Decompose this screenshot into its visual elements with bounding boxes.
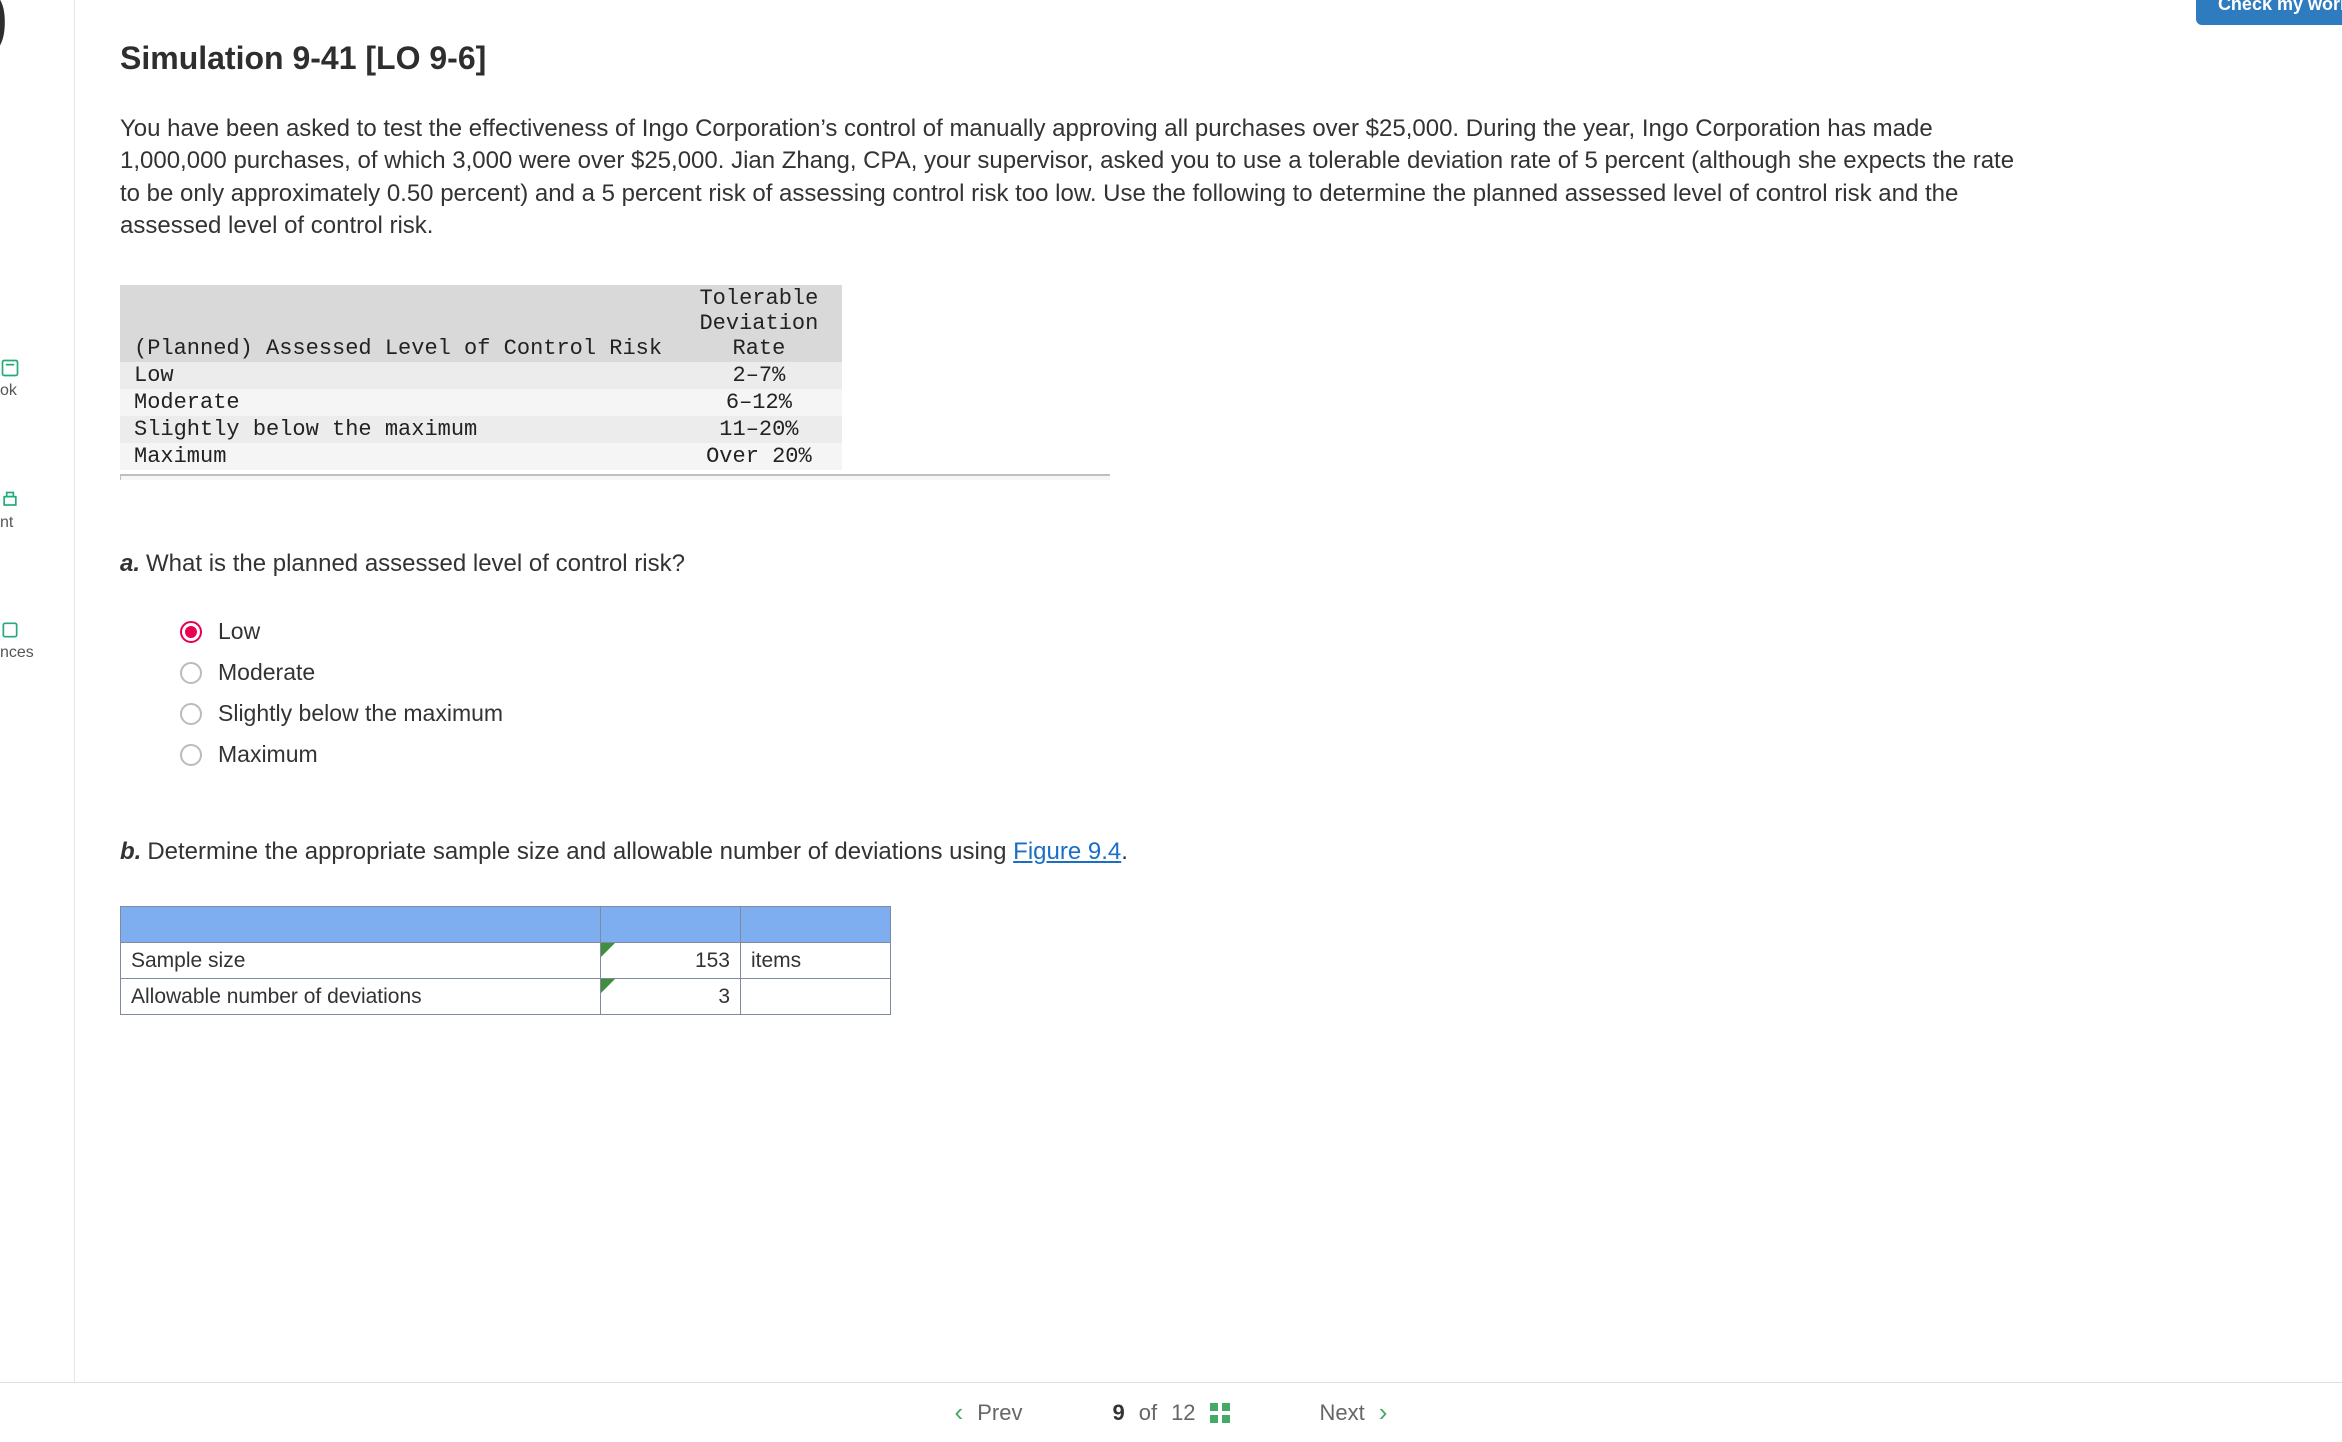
answer-row-allowable-deviations: Allowable number of deviations 3 xyxy=(121,979,891,1015)
part-b-question: b.Determine the appropriate sample size … xyxy=(120,838,2100,866)
grid-icon[interactable] xyxy=(1210,1403,1230,1423)
radio-label: Moderate xyxy=(218,659,315,686)
next-button[interactable]: Next › xyxy=(1320,1397,1388,1428)
question-nav-bar: ‹ Prev 9 of 12 Next › xyxy=(0,1382,2342,1442)
sidebar-item-references[interactable]: nces xyxy=(0,620,75,662)
part-a-question: a.What is the planned assessed level of … xyxy=(120,550,2100,578)
answer-header-blank-label xyxy=(121,907,601,943)
divider xyxy=(120,474,1110,480)
question-intro: You have been asked to test the effectiv… xyxy=(120,113,2020,243)
chevron-right-icon: › xyxy=(1379,1397,1388,1428)
radio-option-low[interactable]: Low xyxy=(180,618,2100,645)
radio-label: Low xyxy=(218,618,260,645)
answer-header-blank-unit xyxy=(741,907,891,943)
print-icon xyxy=(0,490,20,510)
chevron-left-icon: ‹ xyxy=(955,1397,964,1428)
part-a-options: Low Moderate Slightly below the maximum … xyxy=(180,618,2100,768)
risk-rate: 11–20% xyxy=(676,416,842,443)
edited-indicator-icon xyxy=(601,943,615,957)
risk-rate: 6–12% xyxy=(676,389,842,416)
chapter-number: 9 xyxy=(0,0,9,70)
radio-icon xyxy=(180,621,202,643)
check-my-work-button[interactable]: Check my work xyxy=(2196,0,2342,25)
prev-label: Prev xyxy=(977,1400,1022,1426)
question-content: Simulation 9-41 [LO 9-6] You have been a… xyxy=(120,40,2100,1015)
answer-unit: items xyxy=(741,943,891,979)
answer-table: Sample size 153 items Allowable number o… xyxy=(120,906,891,1015)
references-icon xyxy=(0,620,20,640)
radio-icon xyxy=(180,744,202,766)
edited-indicator-icon xyxy=(601,979,615,993)
answer-row-sample-size: Sample size 153 items xyxy=(121,943,891,979)
radio-option-maximum[interactable]: Maximum xyxy=(180,741,2100,768)
risk-rate: Over 20% xyxy=(676,443,842,470)
radio-icon xyxy=(180,662,202,684)
risk-level: Slightly below the maximum xyxy=(120,416,676,443)
radio-option-moderate[interactable]: Moderate xyxy=(180,659,2100,686)
book-icon xyxy=(0,358,20,378)
risk-table-header-level: (Planned) Assessed Level of Control Risk xyxy=(120,285,676,363)
risk-table-row: Maximum Over 20% xyxy=(120,443,842,470)
answer-label: Allowable number of deviations xyxy=(121,979,601,1015)
nav-position: 9 of 12 xyxy=(1112,1400,1229,1426)
prev-button[interactable]: ‹ Prev xyxy=(955,1397,1023,1428)
risk-table-row: Moderate 6–12% xyxy=(120,389,842,416)
risk-level: Maximum xyxy=(120,443,676,470)
page-title: Simulation 9-41 [LO 9-6] xyxy=(120,40,2100,77)
radio-label: Maximum xyxy=(218,741,318,768)
next-label: Next xyxy=(1320,1400,1365,1426)
sidebar-item-label: nt xyxy=(0,514,13,531)
risk-level: Low xyxy=(120,362,676,389)
answer-header-blank-value xyxy=(601,907,741,943)
sidebar-item-ebook[interactable]: ok xyxy=(0,358,75,400)
answer-value-input[interactable]: 3 xyxy=(601,979,741,1015)
risk-rate: 2–7% xyxy=(676,362,842,389)
radio-label: Slightly below the maximum xyxy=(218,700,503,727)
radio-option-slightly-below-max[interactable]: Slightly below the maximum xyxy=(180,700,2100,727)
risk-table-row: Slightly below the maximum 11–20% xyxy=(120,416,842,443)
sidebar-item-label: ok xyxy=(0,382,17,399)
risk-level: Moderate xyxy=(120,389,676,416)
risk-table-header-rate: Tolerable Deviation Rate xyxy=(676,285,842,363)
sidebar-item-print[interactable]: nt xyxy=(0,490,75,532)
risk-table-row: Low 2–7% xyxy=(120,362,842,389)
answer-label: Sample size xyxy=(121,943,601,979)
radio-icon xyxy=(180,703,202,725)
sidebar-item-label: nces xyxy=(0,644,34,661)
left-sidebar: 9 ok nt nces xyxy=(0,0,75,1430)
answer-unit xyxy=(741,979,891,1015)
figure-link[interactable]: Figure 9.4 xyxy=(1013,838,1121,865)
answer-value-input[interactable]: 153 xyxy=(601,943,741,979)
risk-table: (Planned) Assessed Level of Control Risk… xyxy=(120,285,842,471)
